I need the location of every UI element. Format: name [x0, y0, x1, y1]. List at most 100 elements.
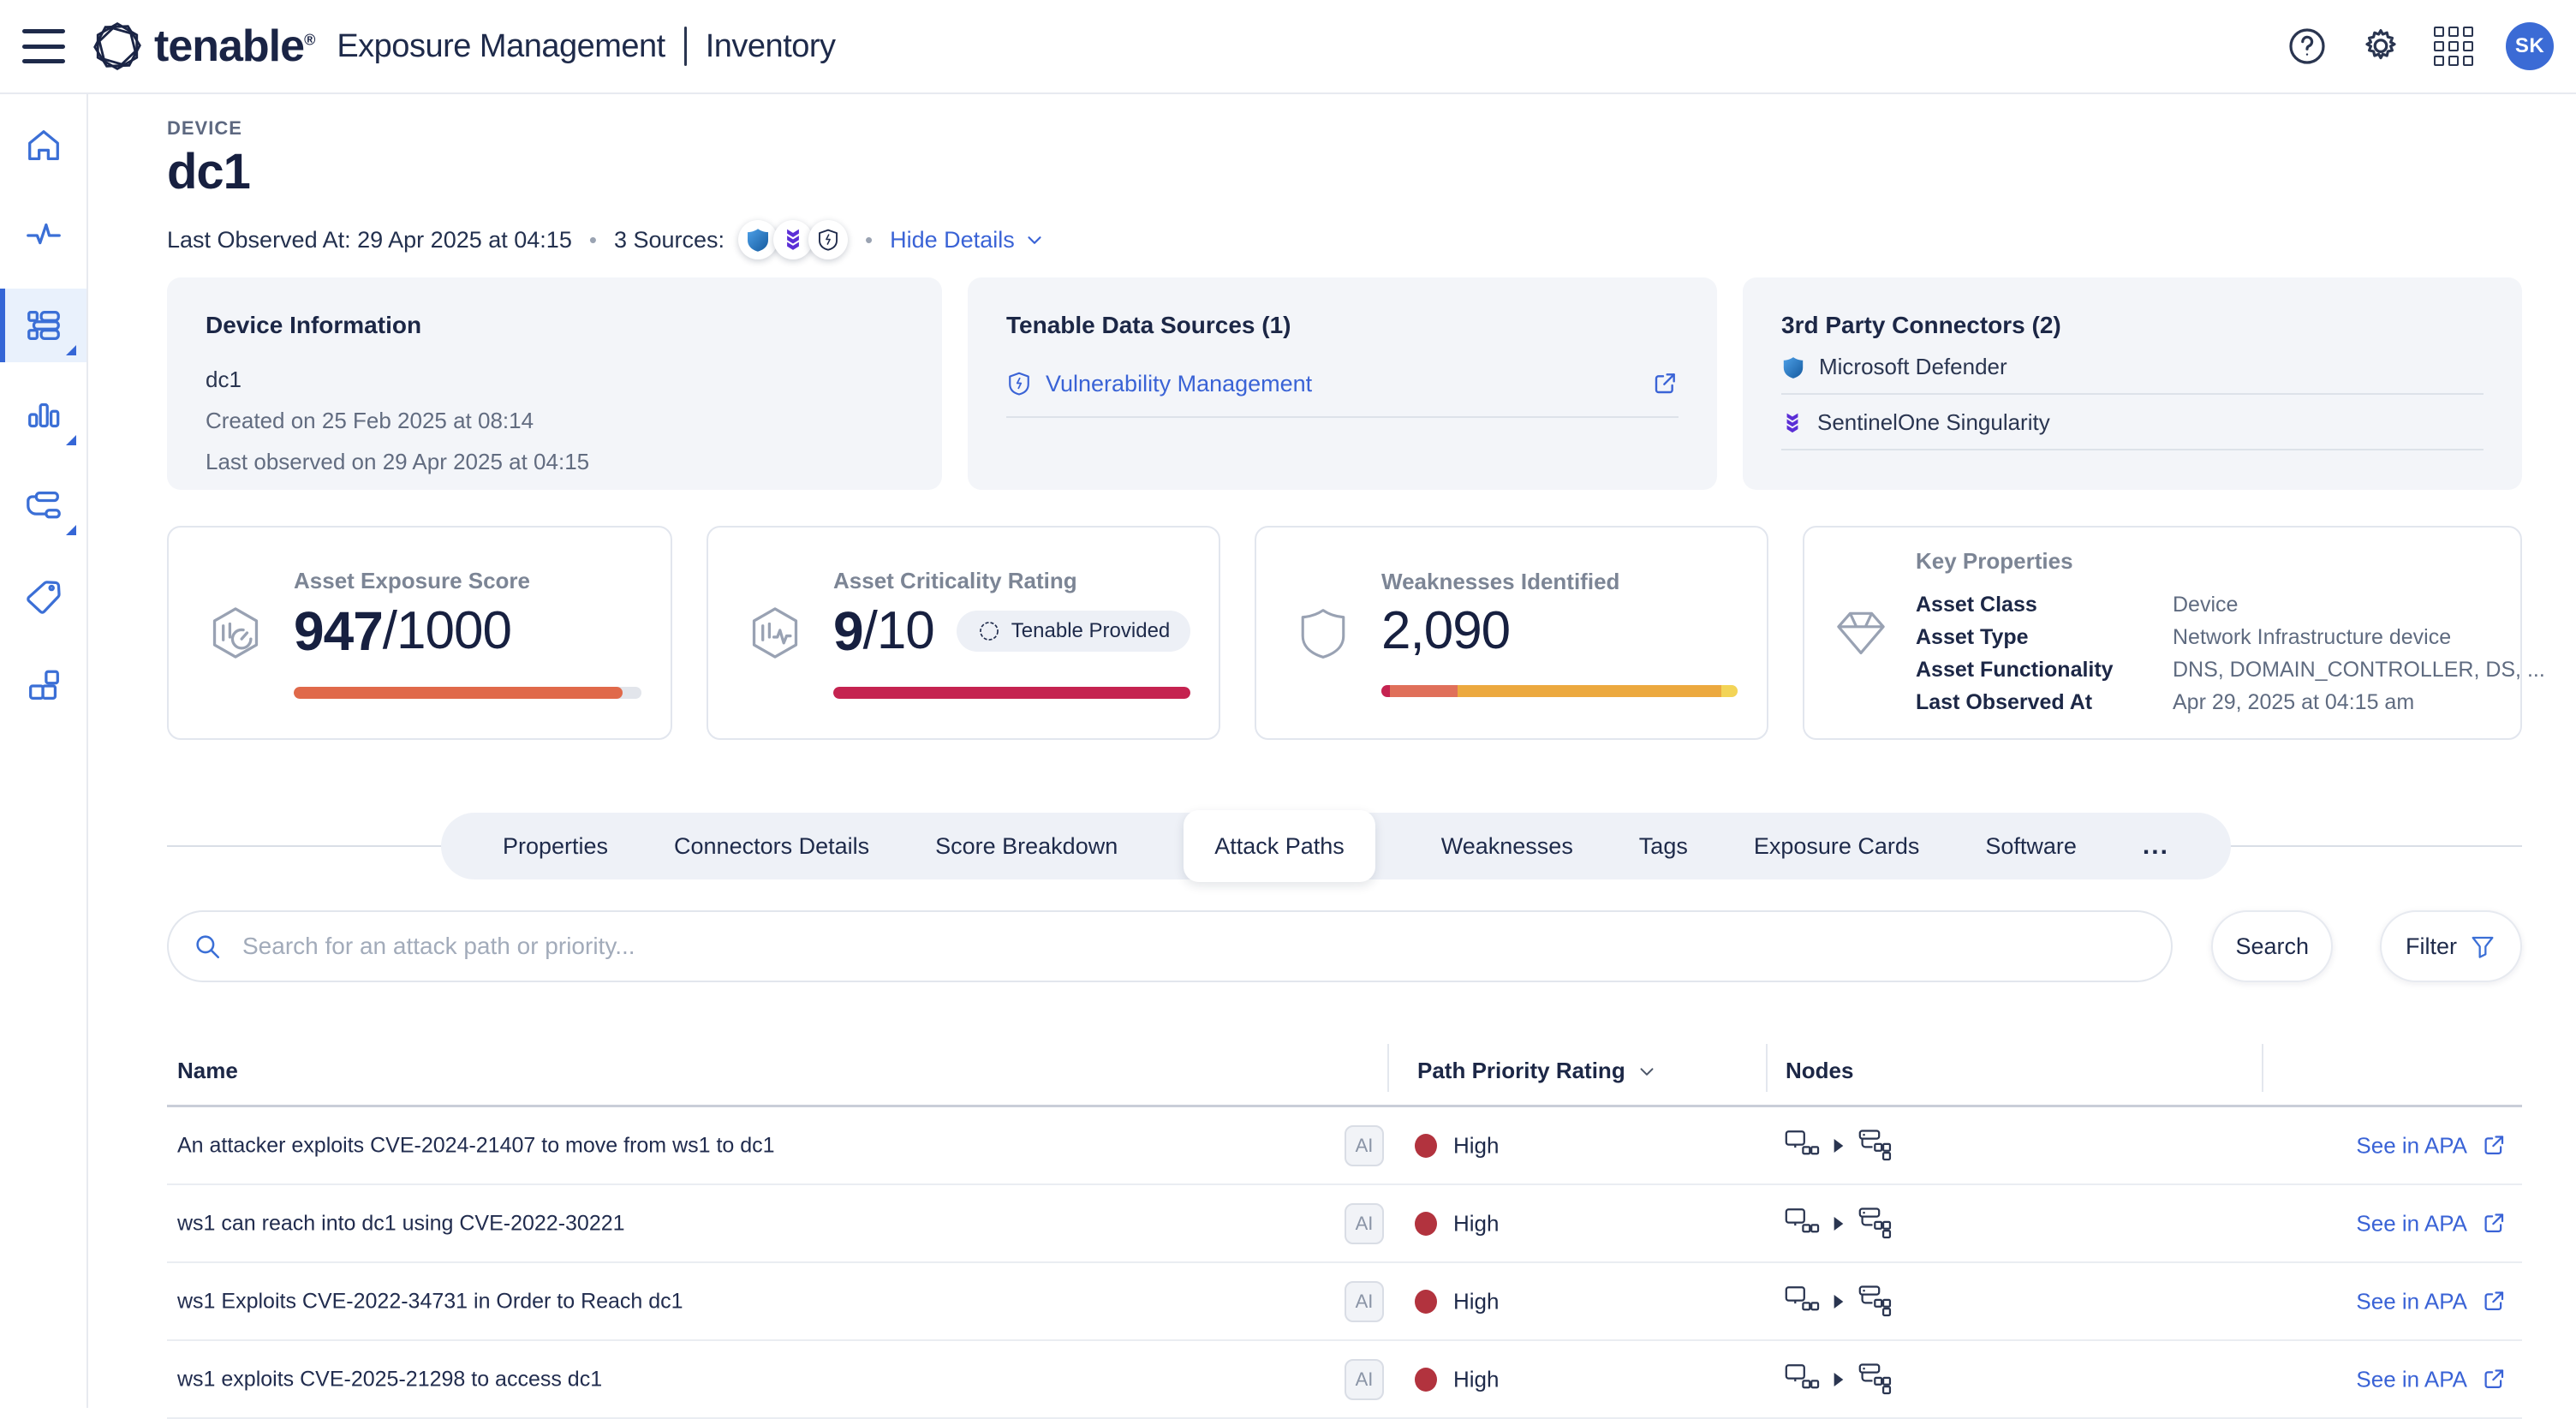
- see-in-apa-link[interactable]: See in APA: [2356, 1366, 2507, 1392]
- sentinelone-icon[interactable]: [773, 220, 813, 259]
- weaknesses-count: 2,090: [1381, 600, 1510, 661]
- blocks-icon: [24, 665, 63, 705]
- property-label: Asset Functionality: [1916, 653, 2173, 686]
- search-input[interactable]: [167, 910, 2173, 982]
- table-row[interactable]: ws1 Exploits CVE-2022-34731 in Order to …: [167, 1263, 2522, 1341]
- tab-attack-paths[interactable]: Attack Paths: [1184, 810, 1375, 882]
- connector-name: Microsoft Defender: [1819, 354, 2007, 380]
- vulnerability-management-link[interactable]: Vulnerability Management: [1046, 371, 1312, 397]
- tenable-data-sources-card: Tenable Data Sources (1) Vulnerability M…: [968, 277, 1717, 490]
- tab-bar: Properties Connectors Details Score Brea…: [441, 813, 2231, 879]
- workstation-node-icon: [1784, 1206, 1820, 1242]
- tab-overflow-button[interactable]: ...: [2143, 832, 2169, 861]
- microsoft-defender-icon: [1781, 355, 1805, 379]
- ai-badge: AI: [1345, 1203, 1384, 1244]
- inventory-list-icon: [24, 306, 63, 345]
- brand-wordmark: tenable®: [154, 21, 314, 72]
- sidebar-item-dashboards[interactable]: [0, 379, 86, 452]
- workstation-node-icon: [1784, 1284, 1820, 1320]
- ai-badge: AI: [1345, 1125, 1384, 1166]
- nodes-cell: [1784, 1206, 1893, 1242]
- menu-icon[interactable]: [22, 29, 65, 63]
- metric-value-row: 9/10 Tenable Provided: [833, 599, 1190, 663]
- bullet: •: [865, 227, 873, 253]
- suite-title: Exposure Management: [337, 28, 665, 65]
- workstation-node-icon: [1784, 1128, 1820, 1164]
- see-in-apa-link[interactable]: See in APA: [2356, 1288, 2507, 1315]
- priority-label: High: [1453, 1210, 1499, 1237]
- table-row[interactable]: ws1 can reach into dc1 using CVE-2022-30…: [167, 1185, 2522, 1263]
- sidebar-item-home[interactable]: [0, 109, 86, 182]
- column-header-path-priority[interactable]: Path Priority Rating: [1417, 1058, 1658, 1084]
- metric-value-row: 947/1000: [294, 599, 641, 663]
- asset-criticality-card: Asset Criticality Rating 9/10 Tenable Pr…: [707, 526, 1220, 740]
- vm-shield-icon: [1006, 371, 1032, 396]
- help-icon[interactable]: [2287, 26, 2328, 67]
- user-avatar[interactable]: SK: [2506, 22, 2554, 70]
- sidebar-item-attack-paths[interactable]: [0, 468, 86, 542]
- key-property-row: Asset Functionality DNS, DOMAIN_CONTROLL…: [1916, 653, 2545, 686]
- tab-connectors-details[interactable]: Connectors Details: [674, 833, 869, 860]
- asset-exposure-score-card: Asset Exposure Score 947/1000: [167, 526, 672, 740]
- see-in-apa-link[interactable]: See in APA: [2356, 1210, 2507, 1237]
- external-link-icon: [2481, 1289, 2507, 1315]
- card-title: Device Information: [206, 312, 903, 339]
- table-row[interactable]: ws1 exploits CVE-2025-21298 to access dc…: [167, 1341, 2522, 1419]
- tab-exposure-cards[interactable]: Exposure Cards: [1754, 833, 1920, 860]
- external-link-icon: [2481, 1211, 2507, 1237]
- submenu-indicator: [66, 345, 76, 355]
- device-information-card: Device Information dc1 Created on 25 Feb…: [167, 277, 942, 490]
- see-in-apa-link[interactable]: See in APA: [2356, 1132, 2507, 1159]
- tab-tags[interactable]: Tags: [1639, 833, 1688, 860]
- bullet: •: [589, 227, 597, 253]
- exposure-score-denominator: /1000: [383, 600, 511, 661]
- sidebar-item-activity[interactable]: [0, 199, 86, 272]
- settings-gear-icon[interactable]: [2360, 26, 2401, 67]
- search-field-wrap: [167, 910, 2173, 982]
- hide-details-toggle[interactable]: Hide Details: [890, 227, 1046, 253]
- attack-path-name[interactable]: An attacker exploits CVE-2024-21407 to m…: [177, 1133, 775, 1158]
- column-header-nodes[interactable]: Nodes: [1786, 1058, 1853, 1084]
- tab-properties[interactable]: Properties: [503, 833, 608, 860]
- metric-title: Weaknesses Identified: [1381, 569, 1738, 595]
- activity-pulse-icon: [24, 216, 63, 255]
- main-content: DEVICE dc1 Last Observed At: 29 Apr 2025…: [167, 94, 2522, 1419]
- external-link-icon[interactable]: [1651, 370, 1679, 397]
- ai-badge: AI: [1345, 1281, 1384, 1322]
- tab-weaknesses[interactable]: Weaknesses: [1441, 833, 1573, 860]
- exposure-score-value: 947: [294, 599, 383, 663]
- criticality-value: 9: [833, 599, 863, 663]
- metric-value-row: 2,090: [1381, 600, 1738, 661]
- microsoft-defender-icon[interactable]: [738, 220, 778, 259]
- search-button[interactable]: Search: [2211, 910, 2333, 982]
- connector-row-sentinelone[interactable]: SentinelOne Singularity: [1781, 395, 2484, 450]
- tabs-row: Properties Connectors Details Score Brea…: [167, 813, 2522, 879]
- tab-software[interactable]: Software: [1985, 833, 2077, 860]
- connector-row-defender[interactable]: Microsoft Defender: [1781, 339, 2484, 395]
- search-row: Search Filter: [167, 910, 2522, 982]
- property-label: Asset Type: [1916, 621, 2173, 653]
- sort-chevron-icon: [1636, 1060, 1658, 1082]
- sidebar-item-inventory[interactable]: [0, 289, 86, 362]
- submenu-indicator: [66, 525, 76, 535]
- column-header-name[interactable]: Name: [177, 1058, 238, 1084]
- sidebar-item-tags[interactable]: [0, 558, 86, 632]
- filter-button[interactable]: Filter: [2380, 910, 2522, 982]
- tenable-vm-icon[interactable]: [808, 220, 848, 259]
- priority-label: High: [1453, 1366, 1499, 1392]
- priority-dot: [1415, 1290, 1437, 1314]
- data-source-row[interactable]: Vulnerability Management: [1006, 370, 1679, 418]
- attack-path-name[interactable]: ws1 exploits CVE-2025-21298 to access dc…: [177, 1367, 602, 1392]
- property-label: Last Observed At: [1916, 686, 2173, 718]
- attack-path-name[interactable]: ws1 Exploits CVE-2022-34731 in Order to …: [177, 1289, 683, 1314]
- weaknesses-identified-card: Weaknesses Identified 2,090: [1255, 526, 1768, 740]
- tab-score-breakdown[interactable]: Score Breakdown: [935, 833, 1118, 860]
- sidebar-item-apps[interactable]: [0, 648, 86, 722]
- nodes-cell: [1784, 1128, 1893, 1164]
- title-divider: [684, 27, 687, 66]
- app-launcher-icon[interactable]: [2434, 27, 2473, 66]
- criticality-bar: [833, 687, 1190, 699]
- attack-path-name[interactable]: ws1 can reach into dc1 using CVE-2022-30…: [177, 1211, 625, 1236]
- table-row[interactable]: An attacker exploits CVE-2024-21407 to m…: [167, 1107, 2522, 1185]
- card-title: Tenable Data Sources (1): [1006, 312, 1679, 339]
